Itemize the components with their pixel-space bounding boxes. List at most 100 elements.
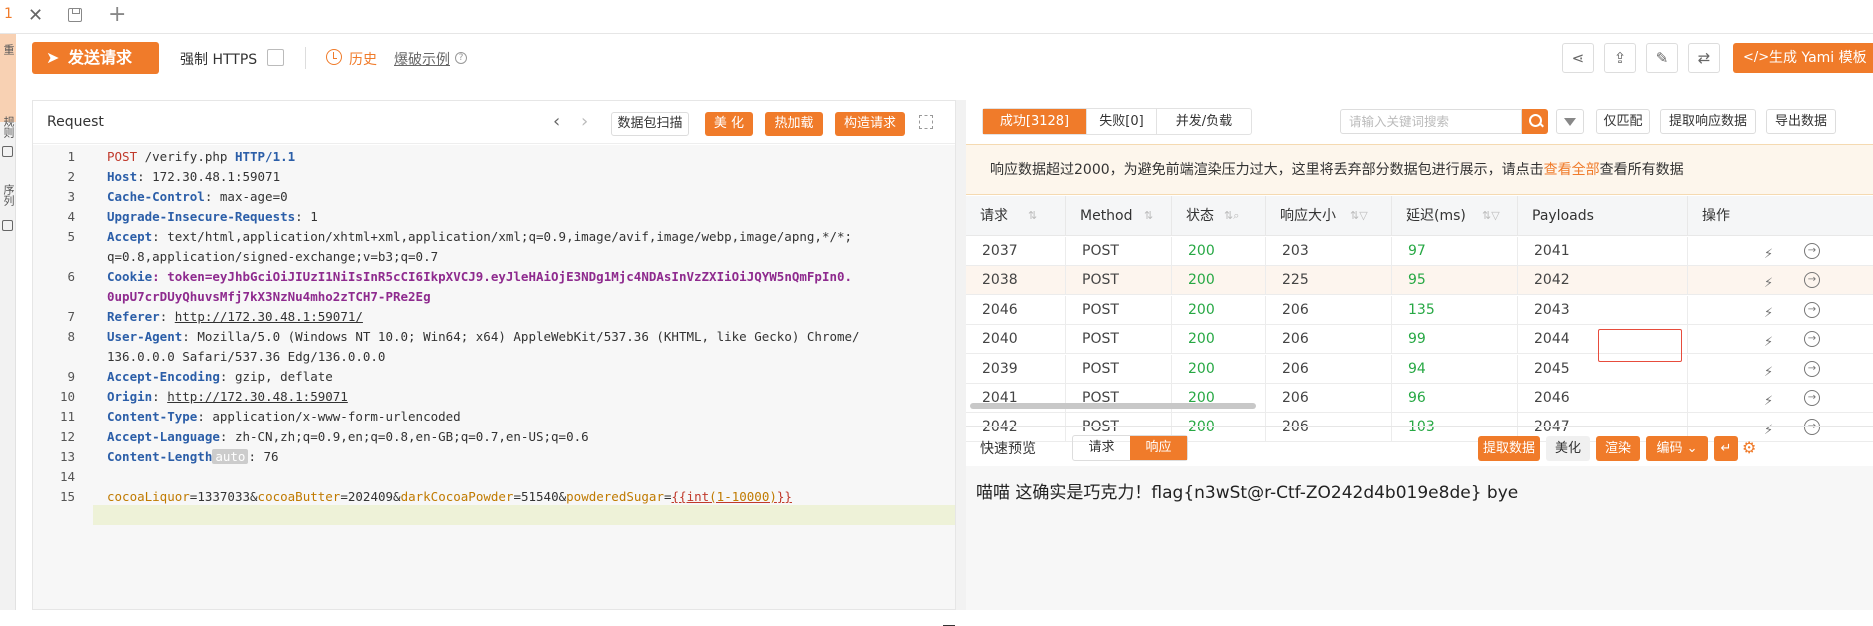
sort-icon[interactable]: ⇅⌕ — [1224, 196, 1239, 236]
cell-payload: 2043 — [1518, 295, 1688, 325]
col-size[interactable]: 响应大小 ⇅▽ — [1266, 196, 1392, 236]
force-https-checkbox[interactable] — [267, 49, 284, 66]
view-all-link[interactable]: 查看全部 — [1544, 162, 1600, 178]
header-key: User-Agent — [107, 329, 183, 344]
left-rail-item-rules[interactable]: 规则 — [0, 116, 16, 138]
brute-example-link[interactable]: 爆破示例 — [394, 49, 450, 69]
panel-splitter[interactable] — [956, 100, 966, 610]
col-request[interactable]: 请求 ⇅ — [966, 196, 1066, 236]
history-link[interactable]: 历史 — [349, 49, 377, 69]
code-line: Content-Length auto: 76 — [107, 447, 279, 467]
sort-icon[interactable]: ⇅▽ — [1350, 196, 1368, 236]
cell-method: POST — [1066, 325, 1172, 355]
filter-button[interactable] — [1556, 109, 1584, 134]
chevron-left-icon[interactable]: ‹ — [553, 111, 560, 132]
edit-icon[interactable]: ✎ — [1646, 43, 1678, 73]
encode-dropdown[interactable]: 编码 ⌄ — [1646, 436, 1708, 461]
history-icon[interactable] — [326, 49, 342, 65]
header-value: : Mozilla/5.0 (Windows NT 10.0; Win64; x… — [182, 329, 860, 344]
table-row[interactable]: 2038 POST 200 225 95 2042 ⚡ → — [966, 266, 1873, 296]
gear-icon[interactable]: ⚙ — [1742, 438, 1756, 457]
header-link[interactable]: http://172.30.48.1:59071 — [167, 389, 348, 404]
arrow-right-icon[interactable]: → — [1804, 272, 1820, 289]
horizontal-scrollbar[interactable] — [970, 403, 1256, 409]
share-icon[interactable]: ⋖ — [1562, 43, 1594, 73]
keyword-search-input[interactable]: 请输入关键词搜索 — [1340, 109, 1522, 134]
response-preview[interactable]: 喵喵 这确实是巧克力！flag{n3wSt@r-Ctf-ZO242d4b019e… — [966, 466, 1873, 610]
tab-concurrency[interactable]: 并发/负载 — [1157, 109, 1251, 134]
code-line: Cookie: token=eyJhbGciOiJIUzI1NiIsInR5cC… — [107, 267, 852, 287]
close-icon[interactable]: ✕ — [28, 5, 43, 26]
tab-success[interactable]: 成功[3128] — [983, 109, 1087, 134]
tab-failed[interactable]: 失败[0] — [1087, 109, 1157, 134]
export-data-button[interactable]: 导出数据 — [1766, 109, 1836, 134]
left-rail-item[interactable]: 重 — [0, 44, 16, 55]
header-link[interactable]: http://172.30.48.1:59071/ — [175, 309, 363, 324]
extract-response-button[interactable]: 提取响应数据 — [1660, 109, 1756, 134]
preview-beautify-button[interactable]: 美化 — [1546, 436, 1590, 461]
header-key: Upgrade-Insecure-Requests — [107, 209, 296, 224]
generate-yami-button[interactable]: </> 生成 Yami 模板 — [1733, 43, 1873, 73]
arrow-right-icon[interactable]: → — [1804, 390, 1820, 406]
param-key: powderedSugar — [566, 489, 664, 504]
sort-icon[interactable]: ⇅▽ — [1482, 196, 1500, 236]
arrow-right-icon[interactable]: → — [1804, 301, 1820, 318]
build-request-button[interactable]: 构造请求 — [835, 112, 905, 136]
wrap-icon[interactable]: ↵ — [1714, 436, 1738, 461]
search-icon[interactable] — [1522, 109, 1548, 134]
render-button[interactable]: 渲染 — [1596, 436, 1640, 461]
col-status-label: 状态 — [1186, 208, 1214, 224]
save-icon[interactable] — [68, 8, 82, 22]
sort-icon[interactable]: ⇅ — [1144, 196, 1153, 236]
upload-icon[interactable]: ⇪ — [1604, 43, 1636, 73]
expand-icon[interactable] — [919, 115, 933, 129]
only-match-button[interactable]: 仅匹配 — [1596, 109, 1650, 134]
col-request-label: 请求 — [980, 208, 1008, 224]
quick-preview-bar: 快速预览 请求 响应 提取数据 美化 渲染 编码 ⌄ ↵ ⚙ — [966, 426, 1873, 466]
header-key: Referer — [107, 309, 160, 324]
help-icon[interactable]: ? — [455, 52, 467, 64]
col-payloads[interactable]: Payloads — [1518, 196, 1688, 236]
left-rail-item-sequence[interactable]: 序列 — [0, 184, 16, 206]
preview-tab-request[interactable]: 请求 — [1073, 436, 1130, 460]
col-delay[interactable]: 延迟(ms) ⇅▽ — [1392, 196, 1518, 236]
param-key: cocoaButter — [257, 489, 341, 504]
line-number: 4 — [67, 209, 75, 224]
header-key: Content-Length — [107, 449, 213, 464]
table-row[interactable]: 2039 POST 200 206 94 2045 ⚡ → — [966, 354, 1873, 384]
cell-actions: ⚡ → — [1688, 384, 1873, 413]
table-row[interactable]: 2040 POST 200 206 99 2044 ⚡ → — [966, 325, 1873, 355]
cell-actions: ⚡ → — [1688, 325, 1873, 354]
request-editor[interactable]: 1 POST /verify.php HTTP/1.1 2 Host: 172.30.… — [33, 145, 955, 626]
table-row[interactable]: 2037 POST 200 203 97 2041 ⚡ → — [966, 237, 1873, 266]
fuzz-template[interactable]: {{int(1-10000)}} — [672, 489, 792, 504]
header-key: Accept — [107, 229, 153, 244]
extract-data-button[interactable]: 提取数据 — [1478, 436, 1540, 461]
hot-load-button[interactable]: 热加载 — [765, 112, 823, 136]
arrow-right-icon[interactable]: → — [1804, 243, 1820, 259]
cell-status: 200 — [1172, 237, 1266, 266]
preview-tabs: 请求 响应 — [1072, 435, 1188, 461]
auto-badge[interactable]: auto — [212, 449, 249, 464]
header-value: : text/html,application/xhtml+xml,applic… — [152, 229, 853, 244]
arrow-right-icon[interactable]: → — [1804, 331, 1820, 348]
col-method[interactable]: Method ⇅ — [1066, 196, 1172, 236]
header-key: Content-Type — [107, 409, 198, 424]
template-fn: int — [686, 489, 710, 504]
tab-number[interactable]: 1 — [4, 6, 13, 22]
beautify-button[interactable]: 美 化 — [705, 112, 753, 136]
code-line: Cache-Control: max-age=0 — [107, 187, 288, 207]
col-status[interactable]: 状态 ⇅⌕ — [1172, 196, 1266, 236]
add-tab-icon[interactable]: + — [108, 2, 126, 27]
cell-req: 2037 — [966, 237, 1066, 266]
sort-icon[interactable]: ⇅ — [1028, 196, 1037, 236]
preview-tab-response[interactable]: 响应 — [1130, 436, 1187, 460]
chevron-right-icon[interactable]: › — [581, 111, 588, 132]
arrow-right-icon[interactable]: → — [1804, 360, 1820, 377]
packet-scan-button[interactable]: 数据包扫描 — [611, 112, 689, 136]
swap-icon[interactable]: ⇄ — [1688, 43, 1720, 73]
encode-label: 编码 — [1656, 441, 1683, 456]
line-number: 1 — [67, 149, 75, 164]
table-row[interactable]: 2046 POST 200 206 135 2043 ⚡ → — [966, 295, 1873, 325]
send-request-button[interactable]: ➤ 发送请求 — [32, 42, 159, 74]
